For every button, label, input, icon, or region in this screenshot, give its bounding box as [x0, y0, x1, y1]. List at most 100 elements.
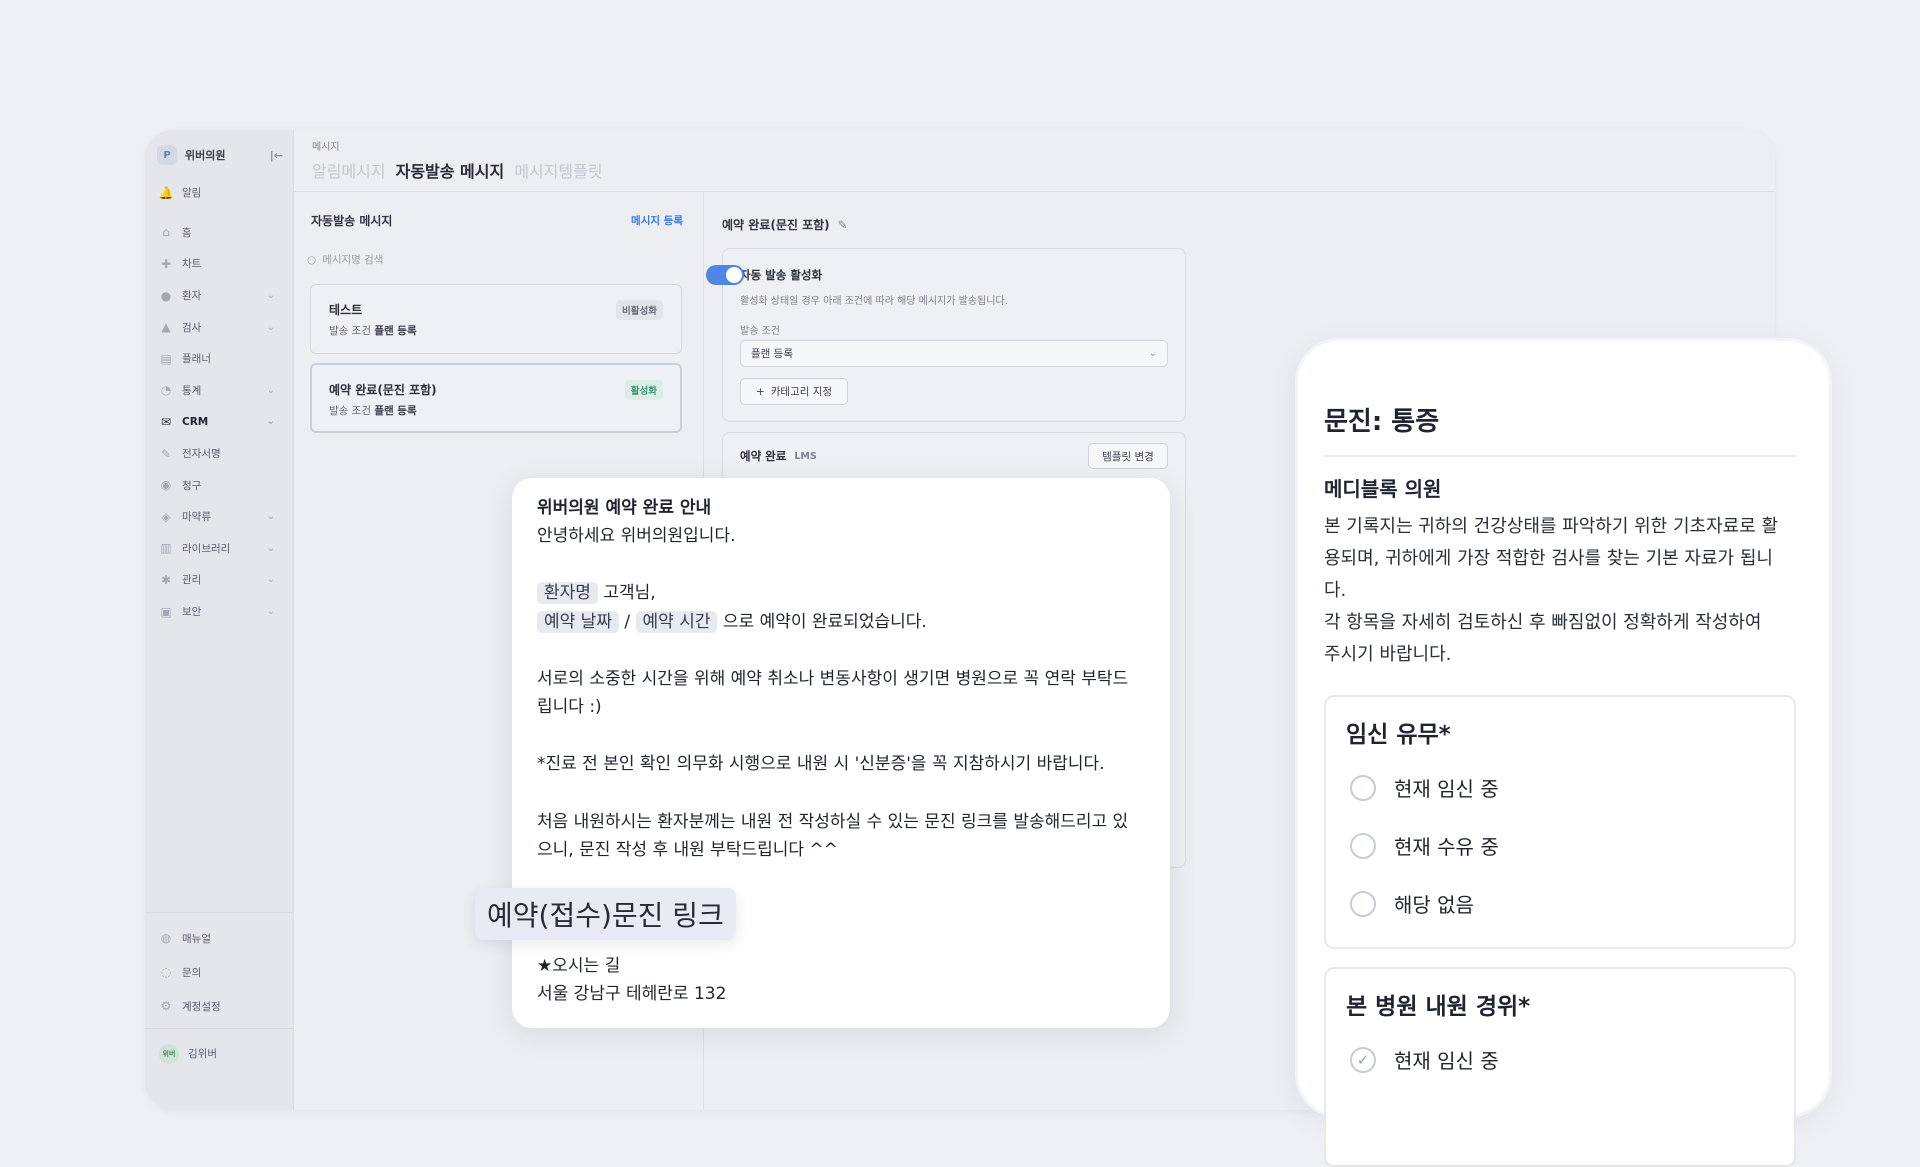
radio-button[interactable]: [1350, 774, 1376, 801]
sidebar-item-12[interactable]: ▥ 라이브러리 ⌄: [145, 533, 293, 565]
wrench-icon: ✱: [160, 572, 172, 587]
variable-chip[interactable]: 환자명: [537, 582, 598, 604]
message-paragraph: *진료 전 본인 확인 의무화 시행으로 내원 시 '신분증'을 꼭 지참하시기…: [537, 754, 1105, 774]
search-input[interactable]: ○ 메시지명 검색: [307, 252, 687, 267]
variable-chip[interactable]: 예약 시간: [635, 611, 718, 633]
sidebar-item-label: 알림: [182, 187, 202, 200]
sidebar-item-label: 마약류: [182, 511, 211, 524]
description-line: 다.: [1324, 580, 1347, 601]
sidebar-item-13[interactable]: ✱ 관리 ⌄: [145, 564, 293, 596]
sidebar-item-1[interactable]: ◍ 매뉴얼: [145, 921, 293, 955]
condition-value: 플랜 등록: [374, 405, 417, 417]
sidebar-item-label: 문의: [182, 966, 202, 979]
sidebar-item-9[interactable]: ✎ 전자서명: [145, 438, 293, 470]
tab-message-template[interactable]: 메시지템플릿: [514, 158, 602, 182]
auto-send-label: 자동 발송 활성화: [740, 268, 823, 282]
clinic-name: 메디블록 의원: [1324, 477, 1442, 501]
template-type: LMS: [794, 450, 817, 462]
sidebar-item-7[interactable]: ◔ 통계 ⌄: [145, 375, 293, 407]
breadcrumb: 메시지: [312, 142, 340, 153]
sidebar-item-3[interactable]: ✚ 차트: [145, 248, 293, 280]
sidebar-item-14[interactable]: ▣ 보안 ⌄: [145, 596, 293, 628]
sidebar-brand[interactable]: P 위버의원 |←: [157, 142, 283, 168]
message-greeting: 안녕하세요 위버의원입니다.: [537, 526, 736, 546]
message-preview-card: 위버의원 예약 완료 안내 안녕하세요 위버의원입니다. 환자명 고객님, 예약…: [512, 478, 1170, 1028]
auto-send-desc: 활성화 상태일 경우 아래 조건에 따라 해당 메시지가 발송됩니다.: [740, 296, 1008, 307]
radio-option[interactable]: 현재 임신 중: [1350, 773, 1499, 802]
chevron-down-icon: ⌄: [266, 416, 275, 428]
chevron-down-icon: ⌄: [266, 321, 275, 333]
list-item-condition: 발송 조건 플랜 등록: [329, 323, 417, 338]
question-pregnancy: 임신 유무* 현재 임신 중 현재 수유 중 해당 없음: [1324, 695, 1796, 949]
condition-select[interactable]: 플랜 등록 ⌄: [740, 340, 1168, 367]
radio-button[interactable]: [1350, 890, 1376, 917]
bell-icon: 🔔: [158, 185, 174, 200]
home-icon: ⌂: [162, 225, 170, 240]
radio-option[interactable]: 해당 없음: [1350, 889, 1474, 918]
message-paragraph: 처음 내원하시는 환자분께는 내원 전 작성하실 수 있는 문진 링크를 발송해…: [537, 812, 1129, 832]
tab-notification-message[interactable]: 알림메시지: [312, 158, 386, 182]
sidebar-divider: [145, 912, 293, 913]
description-line: 주시기 바랍니다.: [1324, 644, 1452, 665]
chevron-down-icon: ⌄: [266, 542, 275, 554]
auto-send-toggle[interactable]: [706, 265, 744, 285]
message-patient-line: 환자명 고객님,: [537, 579, 656, 607]
mail-icon: ✉: [160, 414, 172, 429]
sidebar-item-label: 통계: [182, 384, 202, 397]
chevron-down-icon: ⌄: [266, 574, 275, 586]
questionnaire-description: 본 기록지는 귀하의 건강상태를 파악하기 위한 기초자료로 활 용되며, 귀하…: [1324, 511, 1804, 671]
sidebar-item-5[interactable]: ▲ 검사 ⌄: [145, 311, 293, 343]
message-text: /: [624, 612, 631, 632]
sidebar-item-4[interactable]: ● 환자 ⌄: [145, 280, 293, 312]
sidebar-item-8[interactable]: ✉ CRM ⌄: [145, 406, 293, 438]
signature-icon: ✎: [160, 446, 172, 461]
sidebar-item-1[interactable]: 🔔 알림: [145, 177, 293, 209]
sidebar-item-label: CRM: [182, 415, 209, 428]
sidebar-item-label: 관리: [182, 574, 202, 587]
edit-icon[interactable]: ✎: [838, 218, 848, 232]
tab-auto-message[interactable]: 자동발송 메시지: [396, 158, 505, 182]
sidebar-item-6[interactable]: ▤ 플래너: [145, 343, 293, 375]
sidebar-user[interactable]: 위버 김위버: [145, 1038, 293, 1070]
questionnaire-link-chip[interactable]: 예약(접수)문진 링크: [475, 888, 736, 940]
question-visit-route: 본 병원 내원 경위* ✓ 현재 임신 중: [1324, 967, 1796, 1167]
flask-icon: ▲: [161, 320, 171, 335]
list-item[interactable]: 테스트 발송 조건 플랜 등록 비활성화: [310, 284, 682, 354]
message-paragraph: 립니다 :): [537, 697, 602, 717]
change-template-button[interactable]: 템플릿 변경: [1088, 443, 1168, 469]
condition-label: 발송 조건: [329, 405, 371, 417]
directions-title: ★오시는 길: [537, 956, 621, 976]
check-icon[interactable]: ✓: [1350, 1046, 1376, 1073]
status-badge: 비활성화: [616, 300, 663, 320]
sidebar-item-2[interactable]: ⌂ 홈: [145, 217, 293, 249]
list-item-title: 예약 완료(문진 포함): [329, 383, 437, 397]
radio-button[interactable]: [1350, 832, 1376, 859]
register-message-button[interactable]: 메시지 등록: [631, 213, 683, 228]
radio-option[interactable]: 현재 수유 중: [1350, 831, 1499, 860]
add-category-button[interactable]: + 카테고리 지정: [740, 378, 848, 405]
template-header: 예약 완료 LMS: [740, 448, 817, 464]
message-tabs: 알림메시지 자동발송 메시지 메시지템플릿: [312, 158, 603, 182]
library-icon: ▥: [160, 541, 172, 556]
status-badge: 활성화: [624, 380, 663, 400]
sidebar-item-11[interactable]: ◈ 마약류 ⌄: [145, 501, 293, 533]
sidebar-item-label: 플래너: [182, 353, 211, 366]
user-icon: ●: [160, 288, 172, 303]
variable-chip[interactable]: 예약 날짜: [537, 611, 619, 633]
condition-value: 플랜 등록: [374, 325, 417, 337]
chevron-down-icon: ⌄: [1148, 348, 1157, 359]
sidebar-item-3[interactable]: ⚙ 계정설정: [145, 989, 293, 1023]
radio-label: 현재 임신 중: [1394, 1049, 1499, 1073]
plus-icon: ✚: [160, 256, 172, 271]
address: 서울 강남구 테헤란로 132: [537, 984, 727, 1004]
radio-label: 해당 없음: [1394, 893, 1474, 917]
list-item[interactable]: 예약 완료(문진 포함) 발송 조건 플랜 등록 활성화: [310, 363, 682, 433]
sidebar-item-10[interactable]: ◉ 청구: [145, 469, 293, 501]
sidebar-item-2[interactable]: ◌ 문의: [145, 955, 293, 989]
radio-option[interactable]: ✓ 현재 임신 중: [1350, 1045, 1499, 1074]
detail-title-text: 예약 완료(문진 포함): [722, 218, 830, 232]
description-line: 용되며, 귀하에게 가장 적합한 검사를 찾는 기본 자료가 됩니: [1324, 548, 1773, 569]
brand-logo: P: [157, 145, 177, 165]
collapse-sidebar-icon[interactable]: |←: [270, 149, 283, 162]
user-name: 김위버: [188, 1048, 217, 1061]
